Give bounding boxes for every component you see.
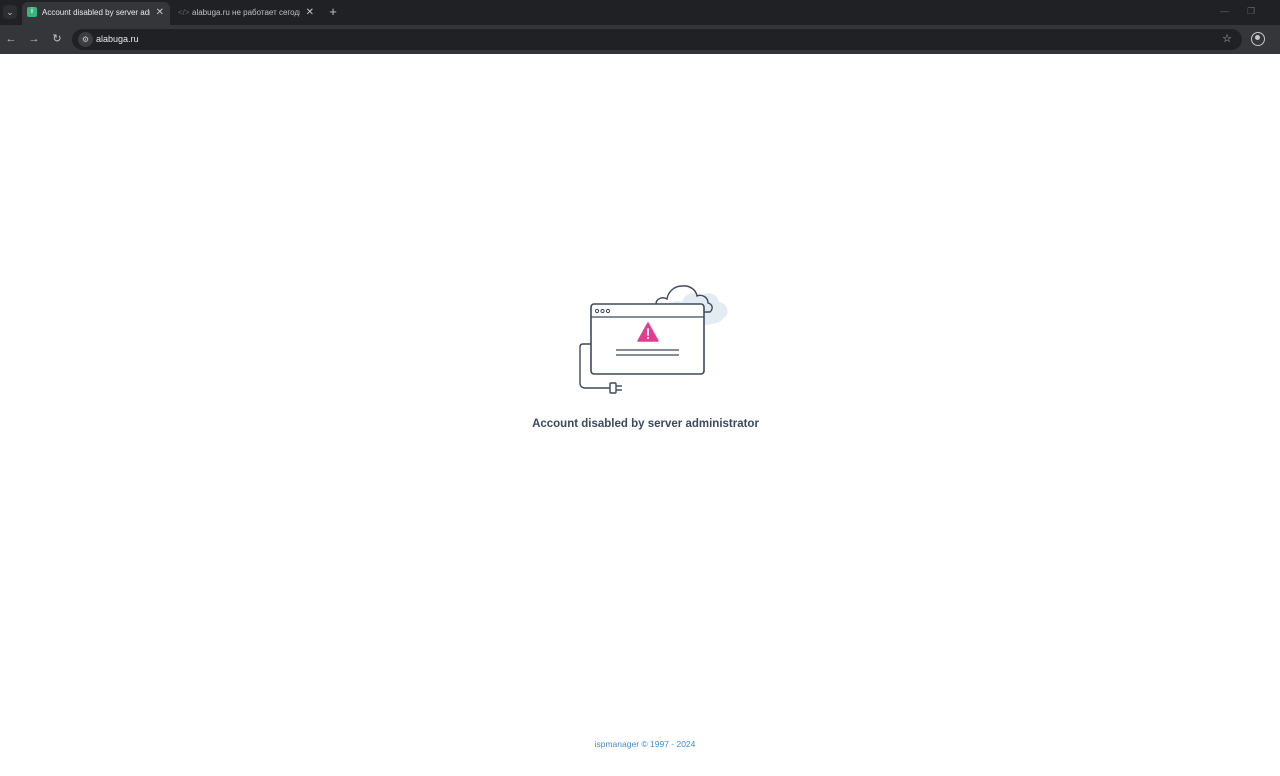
error-message: Account disabled by server administrator [532, 418, 759, 430]
bookmark-star-icon[interactable]: ☆ [1222, 29, 1232, 50]
disconnected-server-illustration [579, 285, 728, 394]
code-icon: </> [178, 8, 190, 17]
ispmanager-icon: i [27, 7, 37, 17]
profile-icon[interactable] [1251, 32, 1265, 46]
tab-active[interactable]: i Account disabled by server adm ✕ [22, 2, 170, 25]
tab-strip: ⌄ i Account disabled by server adm ✕ </>… [0, 0, 1280, 25]
restore-icon[interactable]: ❐ [1247, 6, 1255, 17]
new-tab-button[interactable]: + [327, 4, 339, 20]
forward-button[interactable]: → [27, 32, 41, 46]
footer-copyright-link[interactable]: ispmanager © 1997 - 2024 [540, 739, 750, 749]
address-bar[interactable]: ⚙ alabuga.ru ☆ [72, 29, 1242, 50]
reload-button[interactable]: ↻ [50, 32, 64, 46]
tab-title: Account disabled by server adm [42, 8, 150, 17]
site-info-icon[interactable]: ⚙ [78, 32, 93, 47]
tab-title: alabuga.ru не работает сегодн [192, 8, 300, 17]
address-url[interactable]: alabuga.ru [96, 29, 139, 50]
back-button[interactable]: ← [4, 32, 18, 46]
close-icon[interactable]: ✕ [156, 2, 164, 23]
tab-search-icon[interactable]: ⌄ [3, 5, 17, 19]
page-content: Account disabled by server administrator… [0, 54, 1280, 776]
tab-inactive[interactable]: </> alabuga.ru не работает сегодн ✕ [172, 2, 320, 25]
browser-toolbar: ← → ↻ ⚙ alabuga.ru ☆ [0, 25, 1280, 54]
minimize-icon[interactable]: — [1220, 6, 1229, 16]
close-icon[interactable]: ✕ [306, 2, 314, 23]
